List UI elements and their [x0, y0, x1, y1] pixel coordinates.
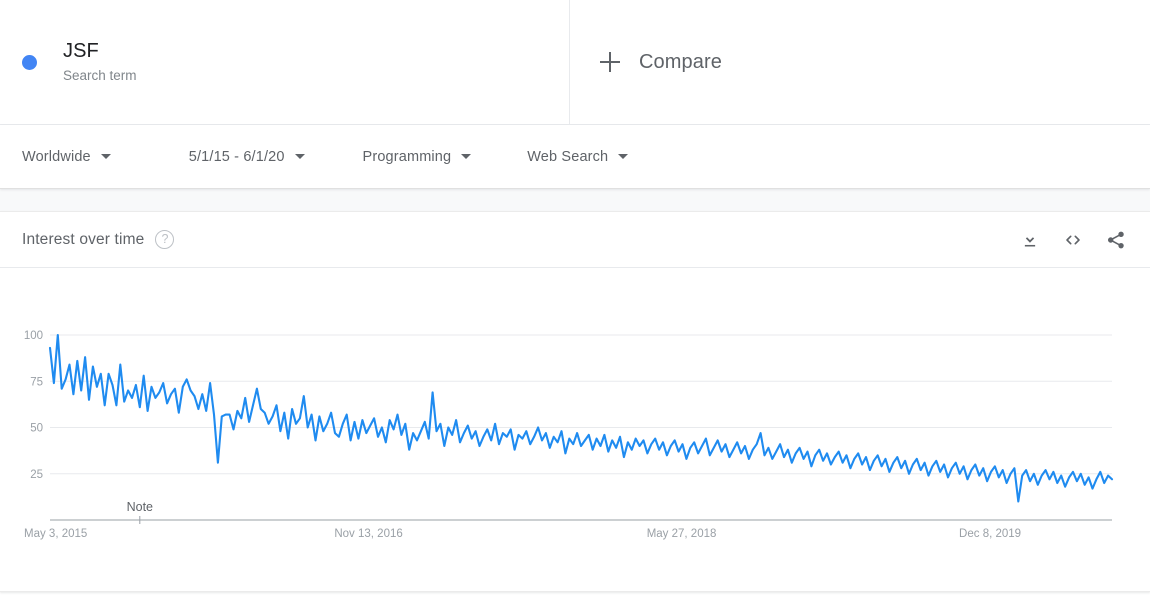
- svg-text:Dec 8, 2019: Dec 8, 2019: [959, 528, 1021, 540]
- filter-search-type-label: Web Search: [527, 148, 609, 165]
- filter-time-range-label: 5/1/15 - 6/1/20: [188, 148, 285, 165]
- filter-location-label: Worldwide: [22, 148, 91, 165]
- compare-label: Compare: [639, 50, 722, 73]
- svg-text:Note: Note: [127, 500, 153, 514]
- filter-category-label: Programming: [362, 148, 452, 165]
- google-trends-page: JSF Search term Compare Worldwide 5/1/15…: [0, 0, 1150, 610]
- chevron-down-icon: [100, 154, 111, 159]
- svg-text:75: 75: [30, 376, 43, 388]
- chevron-down-icon: [294, 154, 305, 159]
- filter-location[interactable]: Worldwide: [22, 149, 111, 165]
- series-color-dot: [22, 54, 37, 70]
- search-term-type: Search term: [63, 67, 137, 83]
- svg-text:100: 100: [24, 330, 43, 342]
- svg-text:May 3, 2015: May 3, 2015: [24, 528, 87, 540]
- card-header: Interest over time ?: [0, 212, 1150, 268]
- chart-area[interactable]: 25 50 75 100 May 3, 2015 Nov 13, 2016 May 27,…: [0, 268, 1150, 550]
- interest-over-time-chart[interactable]: 25 50 75 100 May 3, 2015 Nov 13, 2016 May 27,…: [0, 268, 1150, 550]
- search-terms-bar: JSF Search term Compare: [0, 0, 1150, 125]
- svg-text:25: 25: [30, 469, 43, 481]
- plus-icon: [600, 52, 620, 72]
- search-term-card[interactable]: JSF Search term: [0, 0, 570, 124]
- filters-bar: Worldwide 5/1/15 - 6/1/20 Programming We…: [0, 125, 1150, 189]
- chevron-down-icon: [618, 154, 629, 159]
- chart-gridlines: [50, 334, 1112, 475]
- filter-search-type[interactable]: Web Search: [527, 148, 629, 165]
- chart-x-axis-labels: May 3, 2015 Nov 13, 2016 May 27, 2018 Dec 8…: [24, 528, 1021, 540]
- share-icon[interactable]: [1104, 228, 1128, 252]
- filter-category[interactable]: Programming: [363, 149, 472, 165]
- search-term-name: JSF: [63, 39, 99, 62]
- chart-series-line: [48, 333, 1114, 503]
- add-comparison-button[interactable]: Compare: [570, 0, 1150, 124]
- help-circle-icon[interactable]: ?: [155, 230, 175, 249]
- filter-time-range[interactable]: 5/1/15 - 6/1/20: [189, 149, 305, 165]
- card-title: Interest over time: [22, 230, 145, 248]
- chevron-down-icon: [461, 154, 472, 159]
- section-gap: [0, 189, 1150, 211]
- svg-text:Nov 13, 2016: Nov 13, 2016: [334, 528, 402, 540]
- search-term-text: JSF Search term: [63, 38, 137, 87]
- interest-over-time-card: Interest over time ? 25 50 75 100 May 3,…: [0, 211, 1150, 592]
- chart-y-axis-labels: 25 50 75 100: [24, 330, 43, 481]
- embed-icon[interactable]: [1061, 228, 1085, 252]
- svg-text:May 27, 2018: May 27, 2018: [647, 528, 717, 540]
- download-icon[interactable]: [1018, 228, 1042, 252]
- svg-text:50: 50: [30, 423, 43, 435]
